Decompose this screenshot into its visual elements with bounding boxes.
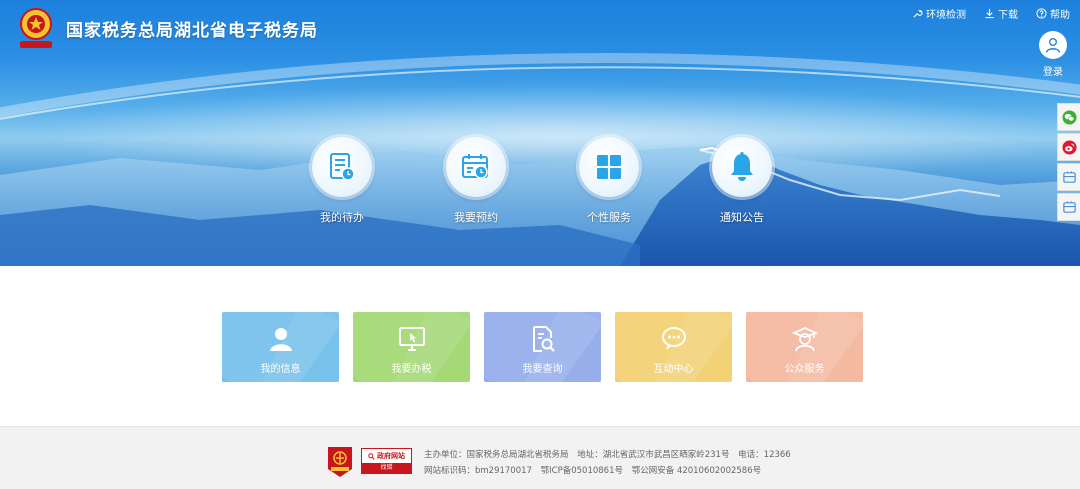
tile-label: 我要办税 [391, 364, 432, 375]
app-icon [1062, 170, 1076, 183]
footer-info: 主办单位：国家税务总局湖北省税务局 地址：湖北省武汉市武昌区晒家岭231号 电话… [424, 447, 797, 479]
footer-site-id: 网站标识码：bm29170017 [424, 466, 532, 476]
badge-bottom-label: 找错 [362, 463, 411, 473]
download-label: 下载 [998, 10, 1018, 21]
chat-icon [661, 327, 686, 350]
footer-icp[interactable]: 鄂ICP备05010861号 [541, 466, 623, 476]
env-check-label: 环境检测 [926, 10, 966, 21]
tile-label: 公众服务 [784, 364, 825, 375]
tile-public-service[interactable]: 公众服务 [746, 312, 863, 382]
feature-circle [312, 137, 372, 197]
hero-banner: 国家税务总局湖北省电子税务局 环境检测 下载 帮助 登录 我的待办 我要预约 个… [0, 0, 1080, 266]
help-label: 帮助 [1050, 10, 1070, 21]
help-link[interactable]: 帮助 [1036, 6, 1070, 21]
feature-label: 我的待办 [320, 211, 364, 224]
feature-label: 个性服务 [587, 211, 631, 224]
wechat-button[interactable] [1057, 103, 1080, 131]
app-icon [1062, 200, 1076, 213]
feature-notices[interactable]: 通知公告 [697, 137, 787, 225]
todo-list-icon [330, 153, 355, 181]
feature-label: 通知公告 [720, 211, 764, 224]
search-document-icon [532, 326, 555, 352]
search-icon [368, 452, 375, 460]
login-label: 登录 [1043, 67, 1063, 78]
bell-icon [731, 152, 753, 181]
monitor-icon [398, 327, 425, 351]
app-button[interactable] [1057, 163, 1080, 191]
party-government-badge-icon[interactable] [326, 445, 354, 479]
feature-personal-service[interactable]: 个性服务 [564, 137, 654, 225]
grid-icon [597, 155, 621, 179]
download-icon [985, 8, 994, 19]
user-avatar-icon [1045, 38, 1061, 53]
tile-label: 互动中心 [653, 364, 694, 375]
feature-circle [579, 137, 639, 197]
tax-emblem-icon [20, 8, 52, 48]
tile-interaction[interactable]: 互动中心 [615, 312, 732, 382]
wrench-icon [913, 10, 923, 18]
download-link[interactable]: 下载 [984, 6, 1018, 21]
page-footer: 政府网站 找错 主办单位：国家税务总局湖北省税务局 地址：湖北省武汉市武昌区晒家… [0, 426, 1080, 489]
footer-phone: 电话：12366 [738, 450, 791, 460]
gov-site-error-report-badge[interactable]: 政府网站 找错 [361, 448, 412, 474]
top-links: 环境检测 下载 帮助 [912, 6, 1070, 21]
env-check-link[interactable]: 环境检测 [912, 6, 966, 21]
feature-appointment[interactable]: 我要预约 [431, 137, 521, 225]
login-button[interactable]: 登录 [1038, 31, 1068, 78]
badge-top-row: 政府网站 [362, 449, 411, 463]
tile-tax-handling[interactable]: 我要办税 [353, 312, 470, 382]
footer-address: 地址：湖北省武汉市武昌区晒家岭231号 [577, 450, 730, 460]
weibo-icon [1061, 139, 1077, 155]
site-brand[interactable]: 国家税务总局湖北省电子税务局 [16, 6, 318, 50]
footer-police[interactable]: 鄂公网安备 42010602002586号 [632, 466, 761, 476]
tile-label: 我要查询 [522, 364, 563, 375]
user-icon [269, 328, 292, 351]
app-button[interactable] [1057, 193, 1080, 221]
site-title: 国家税务总局湖北省电子税务局 [66, 20, 318, 41]
badge-top-label: 政府网站 [377, 452, 405, 460]
tile-my-info[interactable]: 我的信息 [222, 312, 339, 382]
feature-label: 我要预约 [454, 211, 498, 224]
tile-query[interactable]: 我要查询 [484, 312, 601, 382]
help-icon [1036, 8, 1047, 19]
calendar-clock-icon [462, 154, 488, 179]
service-tiles: 我的信息 我要办税 我要查询 互动中心 公众服务 [222, 312, 863, 382]
footer-line-2: 网站标识码：bm29170017 鄂ICP备05010861号 鄂公网安备 42… [424, 463, 797, 479]
weibo-button[interactable] [1057, 133, 1080, 161]
login-avatar [1039, 31, 1067, 59]
public-service-icon [791, 327, 818, 352]
tile-label: 我的信息 [260, 364, 301, 375]
footer-line-1: 主办单位：国家税务总局湖北省税务局 地址：湖北省武汉市武昌区晒家岭231号 电话… [424, 447, 797, 463]
feature-my-todo[interactable]: 我的待办 [297, 137, 387, 225]
feature-circle [446, 137, 506, 197]
floating-sidebar [1057, 103, 1080, 223]
wechat-icon [1061, 109, 1077, 125]
feature-circle [712, 137, 772, 197]
footer-sponsor: 主办单位：国家税务总局湖北省税务局 [424, 450, 569, 460]
